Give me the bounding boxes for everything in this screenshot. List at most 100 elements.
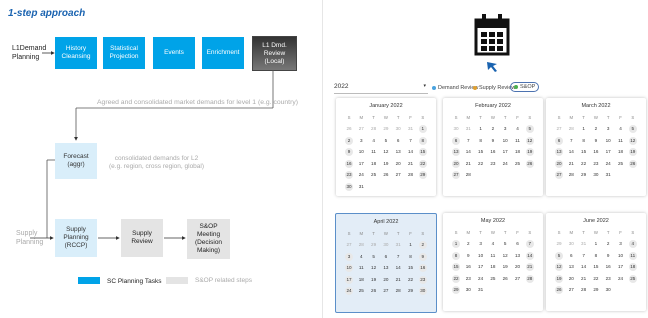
calendar-day[interactable]: 2	[345, 136, 353, 145]
calendar-day[interactable]: 12	[555, 263, 563, 271]
calendar-day[interactable]: 2	[592, 125, 600, 133]
calendar-day[interactable]: 29	[592, 286, 600, 294]
calendar-day[interactable]: 17	[477, 263, 485, 271]
calendar-day[interactable]: 31	[357, 183, 365, 191]
calendar-day[interactable]: 28	[525, 274, 534, 283]
calendar-day[interactable]: 16	[418, 264, 427, 272]
calendar-day[interactable]: 27	[382, 287, 390, 295]
calendar-day[interactable]: 11	[357, 264, 365, 272]
calendar-day[interactable]: 20	[567, 275, 575, 283]
calendar-day[interactable]: 28	[464, 171, 472, 179]
calendar-day[interactable]: 24	[345, 287, 353, 295]
calendar-day[interactable]: 19	[370, 276, 378, 284]
calendar-day[interactable]: 18	[489, 263, 497, 271]
legend-sop[interactable]: S&OP	[510, 82, 540, 92]
calendar-day[interactable]: 3	[357, 137, 365, 145]
calendar-day[interactable]: 30	[604, 286, 612, 294]
calendar-day[interactable]: 18	[514, 148, 522, 156]
calendar-day[interactable]: 4	[628, 240, 637, 248]
calendar-day[interactable]: 16	[464, 263, 472, 271]
calendar-day[interactable]: 5	[501, 240, 509, 248]
calendar-day[interactable]: 4	[489, 240, 497, 248]
calendar-day[interactable]: 12	[382, 148, 390, 156]
calendar-day[interactable]: 23	[604, 275, 612, 283]
calendar-day[interactable]: 14	[464, 148, 472, 156]
calendar-day[interactable]: 27	[452, 171, 460, 179]
calendar-day[interactable]: 17	[604, 148, 612, 156]
calendar-day[interactable]: 19	[525, 148, 534, 156]
legend-demand-review[interactable]: Demand Review	[432, 85, 478, 91]
calendar-day[interactable]: 29	[580, 171, 588, 179]
calendar-day[interactable]: 24	[604, 160, 612, 168]
calendar-day[interactable]: 6	[452, 136, 460, 145]
calendar-day[interactable]: 8	[477, 137, 485, 145]
calendar-day[interactable]: 19	[628, 148, 637, 156]
calendar-day[interactable]: 17	[357, 160, 365, 168]
calendar-day[interactable]: 15	[592, 263, 600, 271]
calendar-day[interactable]: 20	[382, 276, 390, 284]
calendar-day[interactable]: 25	[370, 171, 378, 179]
calendar-day[interactable]: 21	[580, 275, 588, 283]
calendar-day[interactable]: 28	[567, 171, 575, 179]
calendar-day[interactable]: 8	[407, 253, 415, 261]
calendar-day[interactable]: 26	[382, 171, 390, 179]
calendar-day[interactable]: 7	[580, 252, 588, 260]
calendar-day[interactable]: 17	[501, 148, 509, 156]
calendar-day[interactable]: 16	[345, 159, 353, 168]
calendar-day[interactable]: 10	[477, 252, 485, 260]
calendar-day[interactable]: 1	[407, 241, 415, 249]
calendar-day[interactable]: 12	[501, 252, 509, 260]
calendar-day[interactable]: 24	[501, 160, 509, 168]
calendar-day[interactable]: 1	[418, 125, 427, 133]
calendar-day[interactable]: 30	[418, 287, 427, 295]
calendar-day[interactable]: 26	[555, 286, 563, 294]
calendar-day[interactable]: 30	[464, 286, 472, 294]
calendar-day[interactable]: 28	[394, 287, 402, 295]
calendar-day[interactable]: 6	[555, 136, 563, 145]
calendar-day[interactable]: 25	[489, 275, 497, 283]
calendar-day[interactable]: 19	[382, 160, 390, 168]
calendar-day[interactable]: 1	[580, 125, 588, 133]
calendar-day[interactable]: 8	[418, 136, 427, 145]
calendar-day[interactable]: 8	[580, 137, 588, 145]
calendar-day[interactable]: 12	[628, 136, 637, 145]
calendar-day[interactable]: 12	[370, 264, 378, 272]
calendar-day[interactable]: 1	[592, 240, 600, 248]
calendar-day[interactable]: 9	[418, 252, 427, 261]
calendar-day[interactable]: 15	[407, 264, 415, 272]
calendar-day[interactable]: 9	[345, 148, 353, 156]
calendar-day[interactable]: 13	[452, 148, 460, 156]
calendar-day[interactable]: 14	[394, 264, 402, 272]
calendar-day[interactable]: 8	[452, 251, 460, 260]
calendar-day[interactable]: 17	[345, 275, 353, 284]
calendar-day[interactable]: 21	[394, 276, 402, 284]
calendar-day[interactable]: 13	[514, 252, 522, 260]
calendar-day[interactable]: 21	[464, 160, 472, 168]
calendar-day[interactable]: 18	[370, 160, 378, 168]
calendar-day[interactable]: 16	[489, 148, 497, 156]
calendar-day[interactable]: 4	[357, 253, 365, 261]
calendar-day[interactable]: 17	[617, 263, 625, 271]
calendar-day[interactable]: 27	[567, 286, 575, 294]
calendar-day[interactable]: 15	[580, 148, 588, 156]
calendar-day[interactable]: 28	[407, 171, 415, 179]
calendar-day[interactable]: 5	[370, 253, 378, 261]
month-card-april[interactable]: April 2022 S M T W T F S 27 28 29 30 31 1 2 3 4 5 6 7 8 9 10 11…	[335, 213, 437, 313]
calendar-day[interactable]: 3	[604, 125, 612, 133]
month-card-march[interactable]: March 2022 S M T W T F S 27 28 1 2 3 4 5 6 7 8 9 10 11 12 13 14…	[546, 98, 646, 196]
calendar-day[interactable]: 4	[514, 125, 522, 133]
calendar-day[interactable]: 3	[477, 240, 485, 248]
calendar-day[interactable]: 29	[407, 287, 415, 295]
calendar-day[interactable]: 3	[501, 125, 509, 133]
calendar-day[interactable]: 19	[501, 263, 509, 271]
calendar-day[interactable]: 25	[628, 274, 637, 283]
calendar-day[interactable]: 5	[628, 125, 637, 133]
calendar-day[interactable]: 23	[345, 171, 353, 179]
calendar-day[interactable]: 22	[418, 159, 427, 168]
calendar-day[interactable]: 30	[592, 171, 600, 179]
calendar-day[interactable]: 13	[382, 264, 390, 272]
calendar-day[interactable]: 30	[345, 182, 353, 191]
calendar-day[interactable]: 25	[617, 160, 625, 168]
calendar-day[interactable]: 1	[477, 125, 485, 133]
calendar-day[interactable]: 24	[357, 171, 365, 179]
